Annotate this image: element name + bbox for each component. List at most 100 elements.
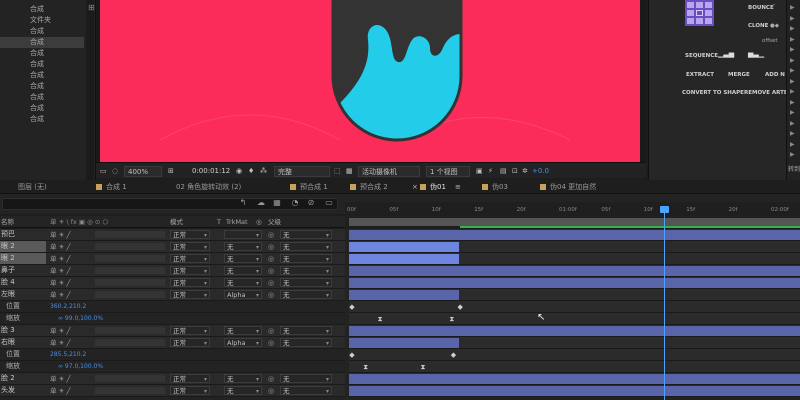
parent-select[interactable]: 无 — [280, 254, 332, 264]
trkmat-select[interactable]: 无 — [224, 278, 262, 288]
sequence-reverse-icon[interactable]: ▅▃▁ — [748, 49, 764, 59]
layer-name[interactable]: 头发 — [0, 385, 46, 396]
keyframe-icon[interactable]: ⧗ — [363, 363, 368, 371]
resolution-select[interactable]: 完整 — [274, 166, 330, 177]
views-select[interactable]: 1 个视图 — [426, 166, 470, 177]
extract-button[interactable]: EXTRACT — [686, 70, 714, 80]
layer-row[interactable]: 脸 4单 ☀ ╱正常无◎无 — [0, 277, 345, 289]
layer-duration-bar[interactable] — [349, 326, 800, 336]
layer-row[interactable]: 眼 2单 ☀ ╱正常无◎无 — [0, 253, 345, 265]
parent-select[interactable]: 无 — [280, 230, 332, 240]
layer-switches[interactable]: 单 ☀ ╱ — [50, 278, 70, 288]
expand-arrow-icon[interactable]: ▶ — [790, 57, 796, 65]
trkmat-select[interactable]: Alpha — [224, 290, 262, 300]
shy-layers-icon[interactable]: ☁ — [256, 198, 266, 208]
layer-switches[interactable]: 单 ☀ ╱ — [50, 338, 70, 348]
property-value[interactable]: 285.5,210.2 — [50, 349, 86, 360]
pick-whip-icon[interactable]: ◎ — [268, 374, 278, 384]
pick-whip-icon[interactable]: ◎ — [268, 230, 278, 240]
keyframe-icon[interactable]: ◆ — [349, 303, 354, 311]
sequence-button[interactable]: SEQUENCE — [685, 51, 718, 61]
merge-button[interactable]: MERGE — [728, 70, 750, 80]
parent-select[interactable]: 无 — [280, 290, 332, 300]
mask-icon[interactable]: ◌ — [112, 166, 118, 177]
pick-whip-icon[interactable]: ◎ — [268, 254, 278, 264]
flowchart-icon[interactable]: ⊡ — [512, 166, 518, 177]
add-button[interactable]: ADD N — [765, 70, 785, 80]
camera-snapshot-icon[interactable]: ◉ — [236, 166, 242, 177]
property-row[interactable]: 位置 285.5,210.2 — [0, 349, 345, 361]
mode-select[interactable]: 正常 — [170, 326, 210, 336]
col-mode[interactable]: 模式 — [170, 217, 183, 227]
tab-menu-icon[interactable]: ≡ — [455, 182, 461, 193]
expand-arrow-icon[interactable]: ▶ — [790, 109, 796, 117]
playhead-line[interactable] — [664, 208, 665, 400]
exposure-icon[interactable]: ✲ — [522, 166, 528, 177]
parent-select[interactable]: 无 — [280, 338, 332, 348]
layer-switches[interactable]: 单 ☀ ╱ — [50, 266, 70, 276]
tab-7[interactable]: 伪04 更加自然 — [540, 182, 596, 193]
tab-6[interactable]: 伪03 — [482, 182, 508, 193]
layer-duration-bar[interactable] — [349, 230, 800, 240]
channel-icon[interactable]: ⁂ — [260, 166, 267, 177]
tab-5[interactable]: 伪01 — [420, 182, 446, 193]
clone-button[interactable]: CLONE — [748, 21, 768, 31]
expand-arrow-icon[interactable]: ▶ — [790, 78, 796, 86]
layer-row[interactable]: 右眼单 ☀ ╱ 正常 Alpha ◎无 — [0, 337, 345, 349]
project-item[interactable]: 合成 — [0, 92, 84, 103]
layer-name[interactable]: 眼 2 — [0, 253, 46, 264]
mode-select[interactable]: 正常 — [170, 242, 210, 252]
layer-row[interactable]: 左眼单 ☀ ╱ 正常 Alpha ◎无 — [0, 289, 345, 301]
layer-switches[interactable]: 单 ☀ ╱ — [50, 326, 70, 336]
composition-canvas[interactable] — [100, 0, 640, 162]
layer-name[interactable]: 脸 3 — [0, 325, 46, 336]
expand-arrow-icon[interactable]: ▶ — [790, 67, 796, 75]
expand-arrow-icon[interactable]: ▶ — [790, 36, 796, 44]
project-item[interactable]: 合成 — [0, 114, 84, 125]
layer-row[interactable]: 脸 2单 ☀ ╱正常无◎无 — [0, 373, 345, 385]
keyframe-icon[interactable]: ◆ — [457, 303, 462, 311]
work-area-bar[interactable] — [349, 218, 800, 226]
mode-select[interactable]: 正常 — [170, 290, 210, 300]
mode-select[interactable]: 正常 — [170, 254, 210, 264]
property-row[interactable]: 缩放 ∞ 99.0,100.0% — [0, 313, 345, 325]
project-item[interactable]: 合成 — [0, 81, 84, 92]
project-item[interactable]: 合成 — [0, 59, 84, 70]
layer-duration-bar[interactable] — [349, 374, 800, 384]
layer-duration-bar[interactable] — [349, 290, 460, 300]
project-item[interactable]: 文件夹 — [0, 15, 84, 26]
expand-arrow-icon[interactable]: ▶ — [790, 46, 796, 54]
layer-switches[interactable]: 单 ☀ ╱ — [50, 290, 70, 300]
expand-arrow-icon[interactable]: ▶ — [790, 151, 796, 159]
layer-duration-bar[interactable] — [349, 278, 800, 288]
layer-duration-bar[interactable] — [349, 338, 460, 348]
draft-3d-icon[interactable]: ▭ — [324, 198, 334, 208]
tab-1[interactable]: 合成 1 — [96, 182, 127, 193]
layer-row[interactable]: 鼻子单 ☀ ╱正常无◎无 — [0, 265, 345, 277]
layer-name[interactable]: 鼻子 — [0, 265, 46, 276]
motion-blur-icon[interactable]: ◔ — [290, 198, 300, 208]
col-t[interactable]: T — [217, 217, 221, 227]
trkmat-select[interactable]: Alpha — [224, 338, 262, 348]
pick-whip-icon[interactable]: ◎ — [268, 386, 278, 396]
pick-whip-icon[interactable]: ◎ — [268, 242, 278, 252]
fast-preview-icon[interactable]: ⚡ — [488, 166, 493, 177]
layer-switches[interactable]: 单 ☀ ╱ — [50, 386, 70, 396]
trkmat-select[interactable]: 无 — [224, 374, 262, 384]
pick-whip-icon[interactable]: ◎ — [268, 266, 278, 276]
expand-arrow-icon[interactable]: ▶ — [790, 99, 796, 107]
frame-blending-icon[interactable]: ▦ — [272, 198, 282, 208]
convert-to-shape-button[interactable]: CONVERT TO SHAPE — [682, 88, 744, 98]
project-scrollbar[interactable] — [86, 0, 94, 180]
col-name[interactable]: 名称 — [1, 217, 14, 227]
pick-whip-icon[interactable]: ◎ — [268, 326, 278, 336]
layer-name[interactable]: 左眼 — [0, 289, 46, 300]
bounce-button[interactable]: BOUNCE — [748, 3, 774, 13]
property-row[interactable]: 缩放 ∞ 97.0,100.0% — [0, 361, 345, 373]
parent-select[interactable]: 无 — [280, 266, 332, 276]
layer-search-input[interactable] — [2, 198, 338, 210]
panel-menu-icon[interactable]: ⊞ — [88, 3, 96, 12]
tab-4[interactable]: 预合成 2 — [350, 182, 388, 193]
toggle-pixel-icon[interactable]: ▣ — [476, 166, 483, 177]
graph-editor-icon[interactable]: ⊘ — [306, 198, 316, 208]
